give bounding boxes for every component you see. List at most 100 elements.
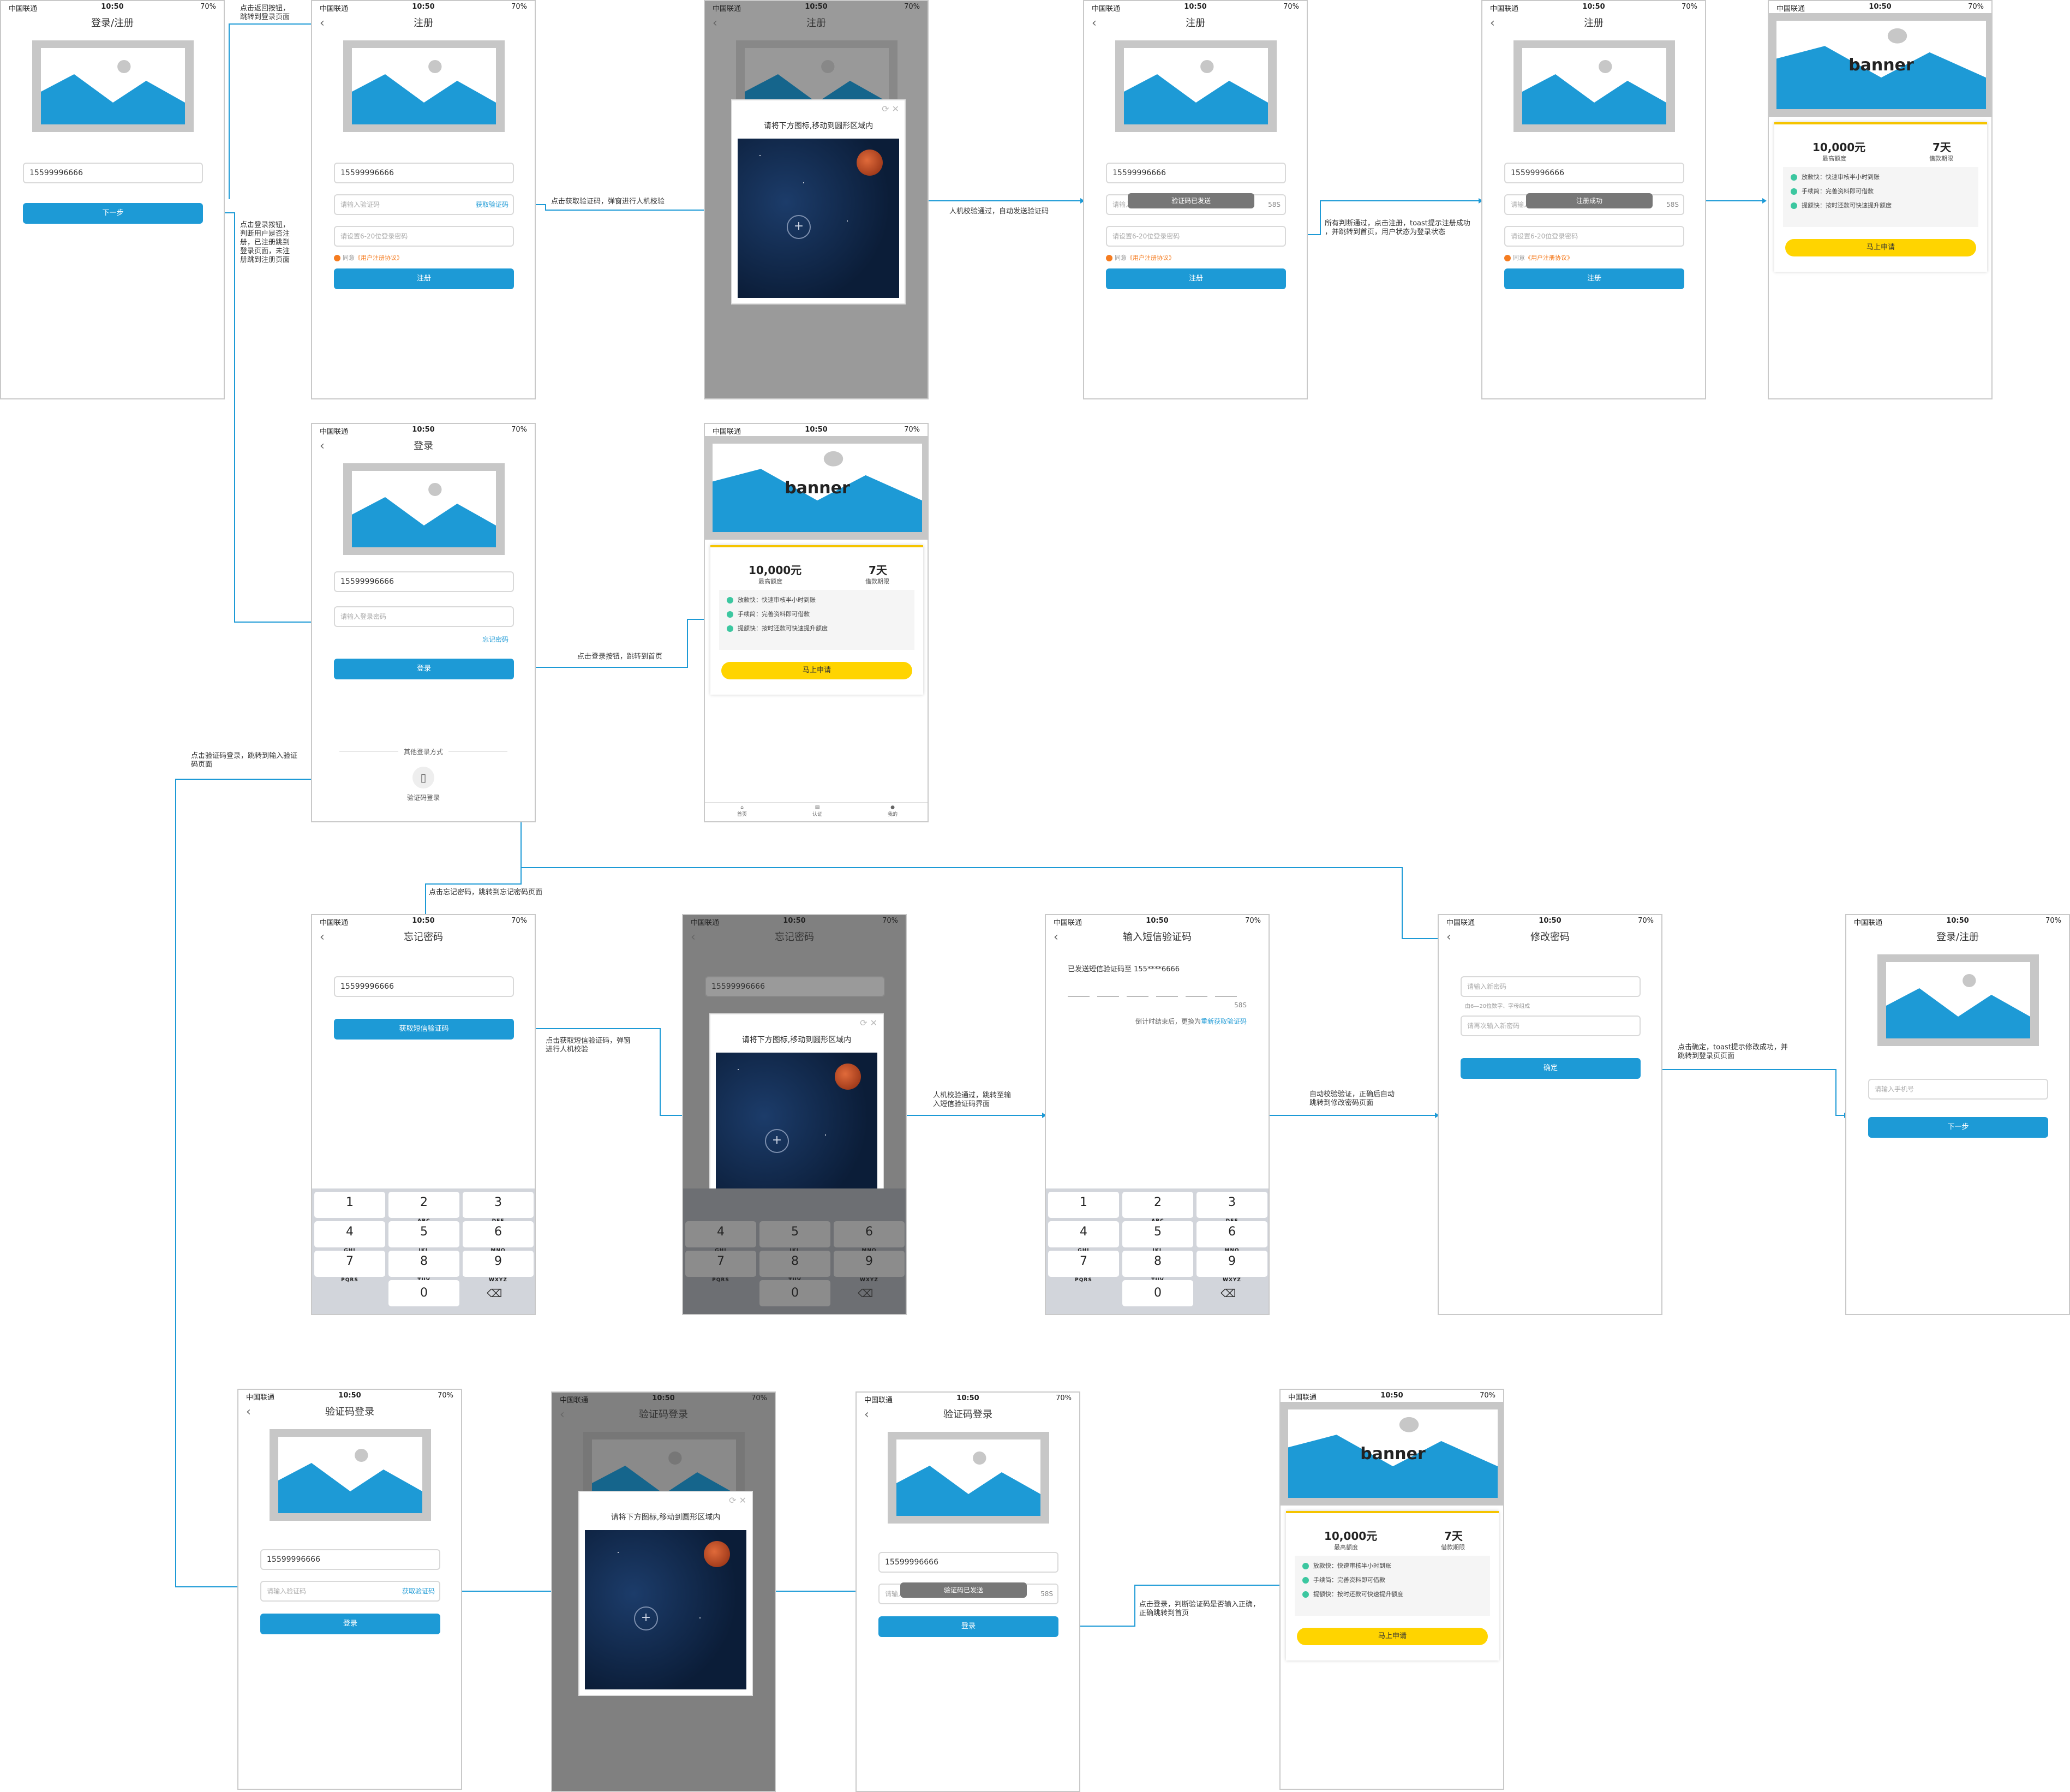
- phone-field[interactable]: 15599996666: [878, 1552, 1058, 1573]
- get-code-button[interactable]: 获取验证码: [476, 195, 508, 214]
- back-icon[interactable]: ‹: [1490, 15, 1495, 32]
- back-icon[interactable]: ‹: [320, 929, 325, 946]
- key-2[interactable]: 2ABC: [388, 1192, 459, 1224]
- refresh-close-icons[interactable]: ⟳ ✕: [729, 1495, 746, 1506]
- tab-mine[interactable]: ● 我的: [876, 805, 909, 817]
- banner-image[interactable]: banner: [1769, 13, 1991, 117]
- confirm-password-field[interactable]: 请再次输入新密码: [1461, 1016, 1641, 1036]
- password-field[interactable]: 请设置6-20位登录密码: [334, 226, 514, 247]
- key-digit: 7: [1080, 1255, 1087, 1268]
- backspace-icon[interactable]: ⌫: [1221, 1287, 1236, 1300]
- apply-button[interactable]: 马上申请: [721, 662, 912, 679]
- key-8[interactable]: 8TUV: [1122, 1251, 1193, 1283]
- phone-field[interactable]: 请输入手机号: [1868, 1079, 2048, 1100]
- back-icon[interactable]: ‹: [864, 1407, 869, 1423]
- phone-icon[interactable]: ▯: [412, 767, 434, 789]
- key-2[interactable]: 2ABC: [1122, 1192, 1193, 1224]
- forgot-password-link[interactable]: 忘记密码: [482, 635, 508, 644]
- phone-field[interactable]: 15599996666: [1106, 163, 1286, 183]
- agreement-link[interactable]: 《用户注册协议》: [1525, 254, 1573, 261]
- back-icon[interactable]: ‹: [1446, 929, 1451, 946]
- apply-button[interactable]: 马上申请: [1785, 239, 1976, 256]
- tab-label: 首页: [737, 812, 747, 817]
- key-4[interactable]: 4GHI: [1048, 1221, 1119, 1253]
- note-code-login-submit: 点击登录，判断验证码是否输入正确， 正确跳转到首页: [1139, 1600, 1260, 1617]
- tab-home[interactable]: ⌂ 首页: [726, 805, 758, 817]
- confirm-button[interactable]: 确定: [1461, 1058, 1641, 1079]
- agreement-link[interactable]: 《用户注册协议》: [1127, 254, 1175, 261]
- back-icon[interactable]: ‹: [246, 1404, 251, 1420]
- next-button[interactable]: 下一步: [23, 203, 203, 224]
- back-icon[interactable]: ‹: [320, 438, 325, 455]
- password-field[interactable]: 请输入登录密码: [334, 606, 514, 627]
- new-password-field[interactable]: 请输入新密码: [1461, 976, 1641, 997]
- get-code-button[interactable]: 获取验证码: [402, 1582, 435, 1600]
- check-icon[interactable]: [1504, 255, 1511, 261]
- agreement[interactable]: 同意《用户注册协议》: [334, 253, 403, 262]
- key-5[interactable]: 5JKL: [388, 1221, 459, 1253]
- key-7[interactable]: 7 PQRS: [314, 1251, 385, 1283]
- agreement[interactable]: 同意《用户注册协议》: [1504, 253, 1573, 262]
- key-digit: 8: [791, 1255, 799, 1268]
- backspace-icon[interactable]: ⌫: [487, 1287, 502, 1300]
- key-6[interactable]: 6MNO: [463, 1221, 534, 1253]
- page-title: 登录/注册: [1936, 931, 1979, 943]
- phone-field[interactable]: 15599996666: [334, 976, 514, 997]
- login-button[interactable]: 登录: [334, 659, 514, 679]
- register-button[interactable]: 注册: [1504, 268, 1684, 289]
- agreement-link[interactable]: 《用户注册协议》: [355, 254, 403, 261]
- otp-boxes[interactable]: [1068, 989, 1248, 1000]
- key-9[interactable]: 9 WXYZ: [463, 1251, 534, 1283]
- key-3[interactable]: 3DEF: [1196, 1192, 1267, 1224]
- clock: 10:50: [956, 1394, 979, 1402]
- check-icon[interactable]: [334, 255, 340, 261]
- banner-image[interactable]: banner: [705, 436, 928, 540]
- tab-verify[interactable]: ▤ 认证: [801, 805, 834, 817]
- key-7[interactable]: 7 PQRS: [1048, 1251, 1119, 1283]
- next-button[interactable]: 下一步: [1868, 1117, 2048, 1138]
- key-3[interactable]: 3DEF: [463, 1192, 534, 1224]
- register-button[interactable]: 注册: [334, 268, 514, 289]
- key-0[interactable]: 0: [388, 1280, 459, 1306]
- code-field[interactable]: 请输入验证码 获取验证码: [334, 194, 514, 215]
- phone-field[interactable]: 15599996666: [334, 163, 514, 183]
- phone-field[interactable]: 15599996666: [1504, 163, 1684, 183]
- key-8[interactable]: 8TUV: [388, 1251, 459, 1283]
- key-4[interactable]: 4GHI: [314, 1221, 385, 1253]
- back-icon[interactable]: ‹: [1054, 929, 1058, 946]
- code-login-label[interactable]: 验证码登录: [312, 793, 535, 802]
- key-0[interactable]: 0: [1122, 1280, 1193, 1306]
- refresh-close-icons[interactable]: ⟳ ✕: [882, 104, 899, 114]
- password-field[interactable]: 请设置6-20位登录密码: [1106, 226, 1286, 247]
- key-5[interactable]: 5JKL: [1122, 1221, 1193, 1253]
- phone-field[interactable]: 15599996666: [23, 163, 203, 183]
- get-sms-code-button[interactable]: 获取短信验证码: [334, 1019, 514, 1040]
- phone-field[interactable]: 15599996666: [334, 571, 514, 592]
- phone-field[interactable]: 15599996666: [260, 1549, 440, 1570]
- page-title: ‹ 忘记密码: [312, 929, 535, 946]
- apply-button[interactable]: 马上申请: [1297, 1628, 1488, 1645]
- code-field[interactable]: 请输入验证码 获取验证码: [260, 1581, 440, 1602]
- moon-icon[interactable]: [857, 150, 883, 176]
- login-button[interactable]: 登录: [260, 1614, 440, 1634]
- register-button[interactable]: 注册: [1106, 268, 1286, 289]
- resend-link[interactable]: 重新获取验证码: [1201, 1018, 1247, 1025]
- key-6[interactable]: 6MNO: [1196, 1221, 1267, 1253]
- check-icon[interactable]: [1106, 255, 1112, 261]
- key-1[interactable]: 1: [314, 1192, 385, 1218]
- agreement[interactable]: 同意《用户注册协议》: [1106, 253, 1175, 262]
- captcha-dialog: ⟳ ✕ 请将下方图标,移动到圆形区域内 +: [731, 99, 906, 304]
- refresh-close-icons[interactable]: ⟳ ✕: [860, 1018, 877, 1028]
- key-9[interactable]: 9 WXYZ: [1196, 1251, 1267, 1283]
- target-circle-icon: +: [634, 1606, 658, 1630]
- login-button[interactable]: 登录: [878, 1616, 1058, 1637]
- moon-icon[interactable]: [704, 1541, 730, 1567]
- moon-icon[interactable]: [835, 1064, 861, 1090]
- back-icon[interactable]: ‹: [1092, 15, 1097, 32]
- banner-image[interactable]: banner: [1281, 1402, 1503, 1506]
- key-1[interactable]: 1: [1048, 1192, 1119, 1218]
- password-field[interactable]: 请设置6-20位登录密码: [1504, 226, 1684, 247]
- key-digit: 4: [717, 1225, 725, 1239]
- back-icon[interactable]: ‹: [320, 15, 325, 32]
- captcha-dialog: ⟳ ✕ 请将下方图标,移动到圆形区域内 +: [578, 1491, 753, 1696]
